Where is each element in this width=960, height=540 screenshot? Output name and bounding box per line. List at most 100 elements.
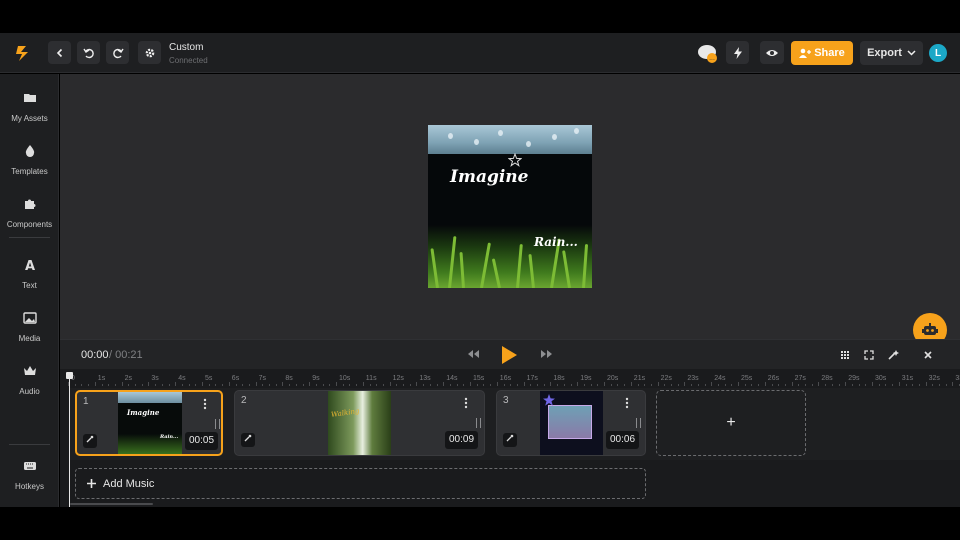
chat-icon[interactable]: ... bbox=[697, 43, 719, 65]
clip-effects-button[interactable] bbox=[83, 434, 97, 448]
ruler-minor-tick bbox=[429, 384, 431, 386]
sidebar-item-hotkeys[interactable]: Hotkeys bbox=[0, 458, 59, 491]
ruler-tick bbox=[94, 382, 96, 386]
kebab-menu-icon[interactable] bbox=[464, 397, 468, 409]
ruler-minor-tick bbox=[369, 384, 371, 386]
ruler-minor-tick bbox=[892, 384, 894, 386]
avatar[interactable]: L bbox=[929, 44, 947, 62]
clip-resize-handle[interactable] bbox=[636, 418, 641, 428]
timeline: 0 1s 2s 3s 4s 5s 6s 7s 8s 9s 10s 11s 12s 13s 14s 15s 16s… bbox=[60, 369, 960, 507]
ruler-minor-tick bbox=[329, 384, 331, 386]
ruler-minor-tick bbox=[242, 384, 244, 386]
sidebar-divider bbox=[9, 444, 50, 445]
sidebar-item-my-assets[interactable]: My Assets bbox=[0, 90, 59, 123]
time-ruler[interactable]: 0 1s 2s 3s 4s 5s 6s 7s 8s 9s 10s 11s 12s 13s 14s 15s 16s… bbox=[60, 369, 960, 386]
add-music-button[interactable]: Add Music bbox=[75, 468, 646, 499]
quick-actions-button[interactable] bbox=[726, 41, 749, 64]
svg-text:A: A bbox=[24, 259, 34, 273]
close-icon[interactable] bbox=[921, 348, 935, 362]
ruler-minor-tick bbox=[624, 384, 626, 386]
letterbox-bottom bbox=[0, 507, 960, 540]
raindrop bbox=[474, 139, 479, 145]
ruler-tick-label: 21s bbox=[633, 375, 646, 382]
redo-button[interactable] bbox=[106, 41, 129, 64]
add-music-label: Add Music bbox=[103, 477, 155, 490]
ruler-tick-label: 16s bbox=[499, 375, 512, 382]
ruler-minor-tick bbox=[376, 384, 378, 386]
ruler-minor-tick bbox=[356, 384, 358, 386]
star-icon bbox=[543, 394, 555, 406]
ruler-minor-tick bbox=[315, 384, 317, 386]
video-preview[interactable]: Imagine Rain... bbox=[428, 125, 592, 288]
ruler-tick bbox=[791, 382, 793, 386]
share-button[interactable]: Share bbox=[791, 41, 853, 65]
grass-blade bbox=[430, 248, 439, 288]
sidebar-item-label: My Assets bbox=[11, 114, 48, 123]
add-clip-button[interactable]: + bbox=[656, 390, 806, 456]
ruler-minor-tick bbox=[905, 384, 907, 386]
clip-resize-handle[interactable] bbox=[215, 419, 220, 429]
ruler-minor-tick bbox=[637, 384, 639, 386]
ruler-minor-tick bbox=[155, 384, 157, 386]
rewind-icon[interactable] bbox=[468, 350, 479, 358]
app-logo-icon[interactable] bbox=[12, 42, 34, 64]
ruler-tick bbox=[630, 382, 632, 386]
back-button[interactable] bbox=[48, 41, 71, 64]
ruler-tick bbox=[309, 382, 311, 386]
clip-resize-handle[interactable] bbox=[476, 418, 481, 428]
ruler-minor-tick bbox=[865, 384, 867, 386]
grid-icon[interactable] bbox=[838, 348, 852, 362]
fullscreen-icon[interactable] bbox=[862, 348, 876, 362]
ruler-minor-tick bbox=[101, 384, 103, 386]
ruler-minor-tick bbox=[322, 384, 324, 386]
playhead[interactable] bbox=[69, 372, 70, 507]
current-time: 00:00 bbox=[81, 349, 109, 361]
timeline-scrollbar[interactable] bbox=[70, 503, 153, 505]
thumb-title: Imagine bbox=[127, 408, 160, 417]
clip-effects-button[interactable] bbox=[241, 433, 255, 447]
clip-1[interactable]: Imagine Rain... 1 00:05 bbox=[75, 390, 223, 456]
fast-forward-icon[interactable] bbox=[541, 350, 552, 358]
ruler-minor-tick bbox=[858, 384, 860, 386]
ruler-tick-label: 4s bbox=[178, 375, 186, 382]
ruler-tick-label: 15s bbox=[473, 375, 485, 382]
sidebar-item-templates[interactable]: Templates bbox=[0, 143, 59, 176]
ruler-tick-label: 1s bbox=[97, 375, 106, 382]
kebab-menu-icon[interactable] bbox=[203, 398, 207, 410]
playhead-handle[interactable] bbox=[66, 372, 73, 379]
preview-title-text[interactable]: Imagine bbox=[450, 167, 528, 187]
ruler-minor-tick bbox=[771, 384, 773, 386]
sidebar-item-media[interactable]: Media bbox=[0, 310, 59, 343]
ruler-minor-tick bbox=[570, 384, 572, 386]
play-button[interactable] bbox=[502, 346, 517, 364]
sidebar-item-text[interactable]: A Text bbox=[0, 257, 59, 290]
kebab-menu-icon[interactable] bbox=[625, 397, 629, 409]
ruler-minor-tick bbox=[912, 384, 914, 386]
thumb-subtitle: Rain... bbox=[160, 434, 179, 440]
ruler-tick bbox=[496, 382, 498, 386]
clip-3[interactable]: 3 00:06 bbox=[496, 390, 646, 456]
gear-icon bbox=[145, 48, 154, 57]
share-label: Share bbox=[814, 47, 845, 59]
raindrop bbox=[498, 130, 503, 136]
plus-icon bbox=[87, 479, 96, 488]
undo-button[interactable] bbox=[77, 41, 100, 64]
ruler-minor-tick bbox=[751, 384, 753, 386]
preview-button[interactable] bbox=[760, 41, 784, 64]
magic-wand-icon[interactable] bbox=[886, 348, 900, 362]
clip-2[interactable]: Walking 2 00:09 bbox=[234, 390, 485, 456]
export-button[interactable]: Export bbox=[860, 41, 923, 65]
ruler-minor-tick bbox=[436, 384, 438, 386]
project-name[interactable]: Custom bbox=[169, 42, 203, 53]
sidebar-item-components[interactable]: Components bbox=[0, 196, 59, 229]
ruler-minor-tick bbox=[74, 384, 76, 386]
ruler-minor-tick bbox=[195, 384, 197, 386]
preview-subtitle-text[interactable]: Rain... bbox=[534, 235, 578, 249]
settings-button[interactable] bbox=[138, 41, 161, 64]
sidebar-item-audio[interactable]: Audio bbox=[0, 363, 59, 396]
ruler-tick bbox=[228, 382, 230, 386]
ruler-minor-tick bbox=[825, 384, 827, 386]
clip-number: 3 bbox=[503, 395, 509, 406]
ruler-minor-tick bbox=[530, 384, 532, 386]
clip-effects-button[interactable] bbox=[503, 433, 517, 447]
